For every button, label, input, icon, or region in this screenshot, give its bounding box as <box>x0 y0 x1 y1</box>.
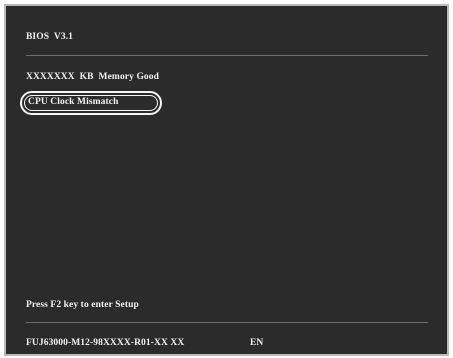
language-indicator: EN <box>250 338 264 348</box>
bios-build-string: FUJ63000-M12-98XXXX-R01-XX XX <box>26 338 185 348</box>
setup-prompt: Press F2 key to enter Setup <box>26 300 139 310</box>
screen-frame: BIOS V3.1 XXXXXXX KB Memory Good CPU Clo… <box>4 4 449 356</box>
memory-status-line: XXXXXXX KB Memory Good <box>26 72 160 82</box>
bios-screen: BIOS V3.1 XXXXXXX KB Memory Good CPU Clo… <box>6 6 447 354</box>
cpu-clock-error-message: CPU Clock Mismatch <box>28 97 119 107</box>
bios-version-title: BIOS V3.1 <box>26 32 74 42</box>
footer-divider <box>26 322 428 323</box>
header-divider <box>26 55 428 56</box>
